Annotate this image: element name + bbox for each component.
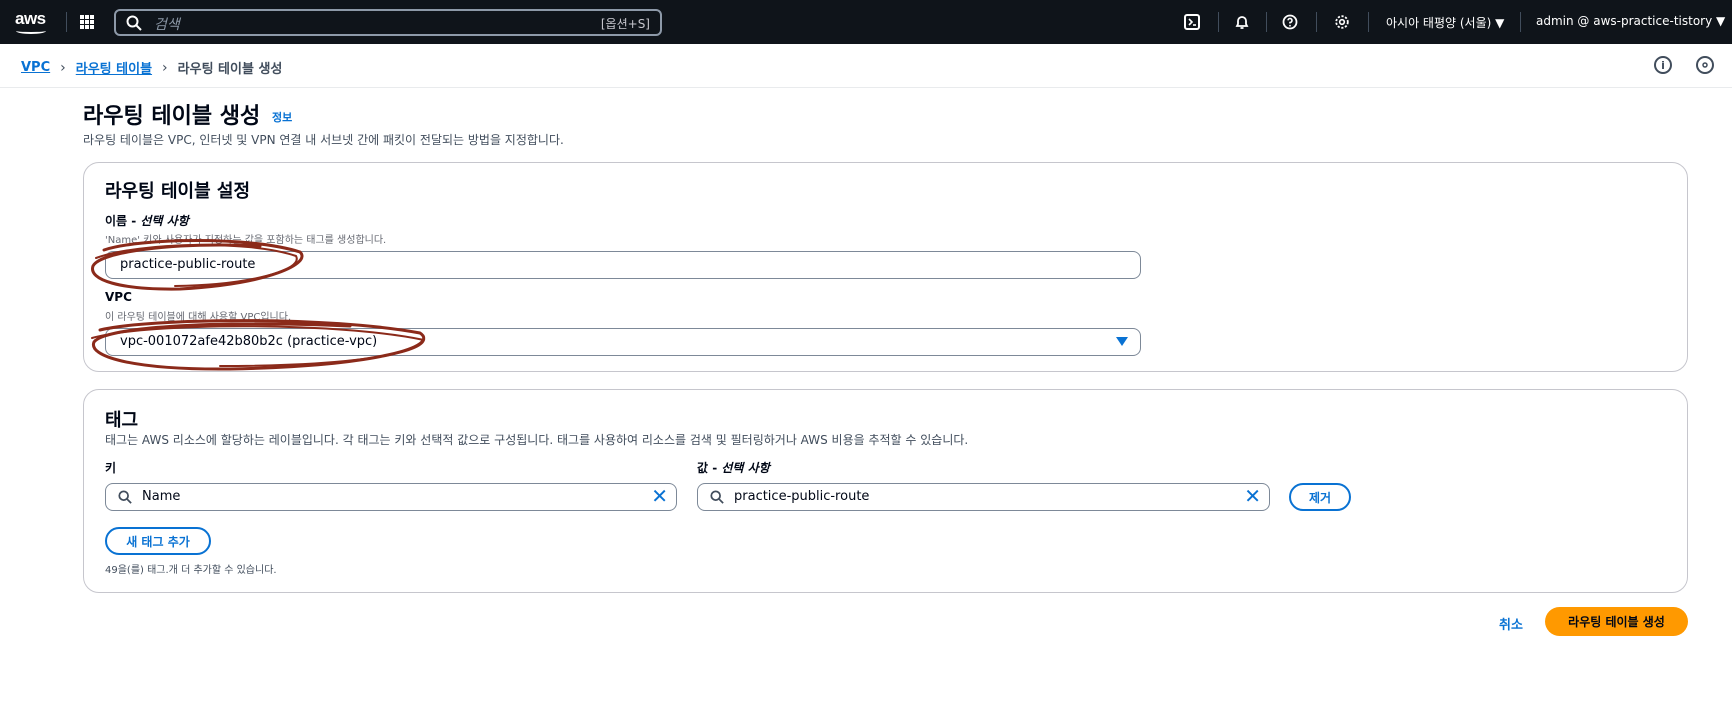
name-field-hint: 'Name' 키와 사용자가 지정하는 값을 포함하는 태그를 생성합니다. [105,235,387,246]
route-table-settings-panel: 라우팅 테이블 설정 이름 - 선택 사항 'Name' 키와 사용자가 지정하… [83,162,1688,372]
info-panel-icon[interactable]: i [1654,56,1672,74]
create-route-table-button[interactable]: 라우팅 테이블 생성 [1545,607,1688,636]
services-grid-icon[interactable] [80,15,94,29]
search-icon [126,15,142,31]
breadcrumb-bar: VPC › 라우팅 테이블 › 라우팅 테이블 생성 [0,44,1732,88]
top-navigation: aws 검색 [옵션+S] 아시아 태평양 (서울) ▼ admin @ aws… [0,0,1732,44]
name-input-value: practice-public-route [120,257,256,272]
nav-divider [1316,12,1317,32]
account-menu[interactable]: admin @ aws-practice-tistory ▼ [1536,14,1725,28]
search-icon [710,490,724,504]
page-title: 라우팅 테이블 생성 [83,104,261,129]
chevron-right-icon: › [60,59,66,76]
breadcrumb: VPC › 라우팅 테이블 › 라우팅 테이블 생성 [21,58,283,78]
cancel-button[interactable]: 취소 [1499,614,1523,633]
aws-logo-text: aws [15,9,46,28]
feedback-icon[interactable] [1696,56,1714,74]
caret-down-icon [1116,337,1128,346]
clear-icon[interactable]: ✕ [1244,485,1261,507]
name-input[interactable]: practice-public-route [105,251,1141,279]
vpc-field-hint: 이 라우팅 테이블에 대해 사용할 VPC입니다. [105,312,292,323]
breadcrumb-route-tables-link[interactable]: 라우팅 테이블 [76,58,152,77]
name-field-label: 이름 - 선택 사항 [105,214,189,228]
breadcrumb-vpc-link[interactable]: VPC [21,60,50,75]
tag-key-value: Name [142,489,181,504]
nav-divider [66,12,67,32]
vpc-field-label: VPC [105,290,132,304]
tag-key-label: 키 [105,461,117,475]
settings-gear-icon[interactable] [1332,12,1352,32]
breadcrumb-current: 라우팅 테이블 생성 [177,62,283,77]
help-icon[interactable] [1280,12,1300,32]
cloudshell-icon[interactable] [1182,12,1202,32]
tags-description: 태그는 AWS 리소스에 할당하는 레이블입니다. 각 태그는 키와 선택적 값… [105,433,969,447]
tags-panel-title: 태그 [105,410,139,431]
remove-tag-button[interactable]: 제거 [1289,483,1351,511]
aws-smile-icon [16,28,46,34]
nav-divider [1218,12,1219,32]
chevron-right-icon: › [162,59,168,76]
nav-divider [1266,12,1267,32]
tag-value-input[interactable]: practice-public-route ✕ [697,483,1270,511]
notifications-bell-icon[interactable] [1232,12,1252,32]
nav-divider [1368,12,1369,32]
optional-tag: 선택 사항 [140,214,189,228]
search-placeholder: 검색 [154,17,180,33]
tag-value-label: 값 - 선택 사항 [697,461,770,475]
nav-divider [1520,12,1521,32]
search-icon [118,490,132,504]
page-description: 라우팅 테이블은 VPC, 인터넷 및 VPN 연결 내 서브넷 간에 패킷이 … [83,133,564,147]
vpc-select-value: vpc-001072afe42b80b2c (practice-vpc) [120,334,378,349]
info-link[interactable]: 정보 [272,109,292,125]
tag-key-input[interactable]: Name ✕ [105,483,677,511]
search-shortcut: [옵션+S] [600,17,650,31]
tags-panel: 태그 태그는 AWS 리소스에 할당하는 레이블입니다. 각 태그는 키와 선택… [83,389,1688,593]
optional-tag: 선택 사항 [721,461,770,475]
add-new-tag-button[interactable]: 새 태그 추가 [105,527,211,555]
global-search-input[interactable]: 검색 [옵션+S] [114,9,662,36]
tags-remaining-hint: 49을(를) 태그.개 더 추가할 수 있습니다. [105,565,277,576]
vpc-select[interactable]: vpc-001072afe42b80b2c (practice-vpc) [105,328,1141,356]
tag-value-value: practice-public-route [734,489,870,504]
region-selector[interactable]: 아시아 태평양 (서울) ▼ [1386,14,1504,31]
clear-icon[interactable]: ✕ [651,485,668,507]
panel-title: 라우팅 테이블 설정 [105,181,251,202]
aws-logo[interactable]: aws [13,9,51,35]
